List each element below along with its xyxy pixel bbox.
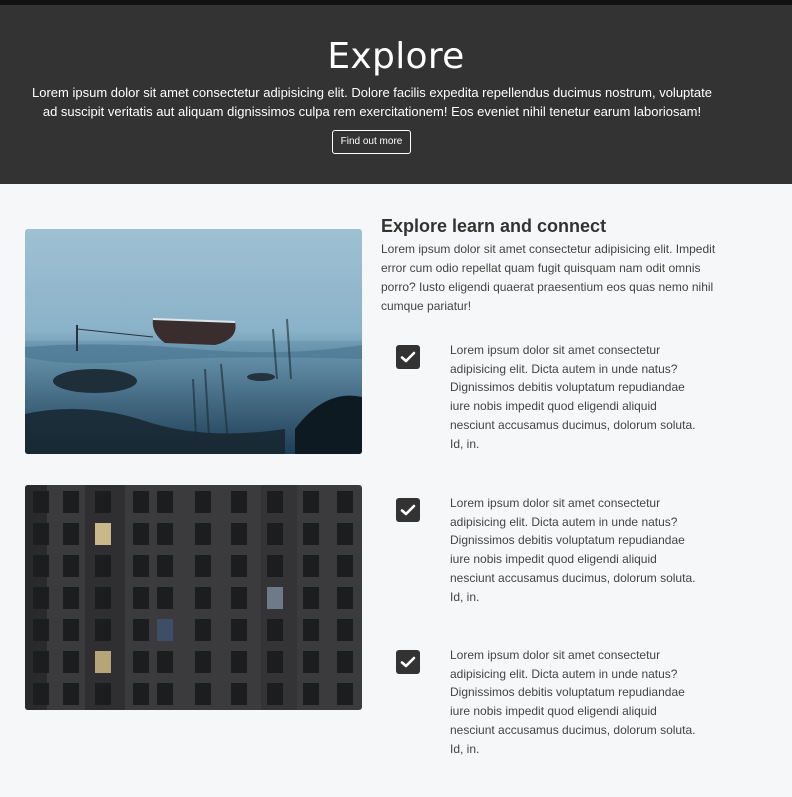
checkbox-checked-icon [396, 650, 420, 674]
window-shape [157, 651, 173, 673]
window-shape [63, 555, 79, 577]
window-shape [303, 555, 319, 577]
window-shape [33, 683, 49, 705]
window-shape [267, 555, 283, 577]
window-shape [95, 491, 111, 513]
window-shape [195, 683, 211, 705]
window-shape [267, 587, 283, 609]
window-shape [267, 619, 283, 641]
window-shape [303, 523, 319, 545]
window-shape [337, 651, 353, 673]
window-shape [133, 555, 149, 577]
window-shape [195, 651, 211, 673]
window-shape [95, 523, 111, 545]
window-shape [157, 683, 173, 705]
window-shape [33, 651, 49, 673]
window-shape [95, 651, 111, 673]
hero-banner: Explore Lorem ipsum dolor sit amet conse… [0, 5, 792, 184]
window-shape [303, 651, 319, 673]
window-shape [95, 587, 111, 609]
window-shape [133, 523, 149, 545]
checkbox-checked-icon [396, 345, 420, 369]
window-shape [303, 587, 319, 609]
boat-photo [25, 229, 362, 454]
hero-title: Explore [327, 36, 465, 77]
window-shape [337, 683, 353, 705]
window-shape [337, 491, 353, 513]
feature-text: Lorem ipsum dolor sit amet consectetur a… [450, 343, 696, 451]
window-shape [267, 523, 283, 545]
window-shape [195, 555, 211, 577]
window-shape [231, 491, 247, 513]
window-shape [337, 587, 353, 609]
window-shape [231, 619, 247, 641]
window-shape [231, 683, 247, 705]
window-shape [157, 619, 173, 641]
checkbox-checked-icon [396, 498, 420, 522]
window-shape [33, 523, 49, 545]
feature-text: Lorem ipsum dolor sit amet consectetur a… [450, 496, 696, 604]
window-shape [95, 619, 111, 641]
find-out-more-button[interactable]: Find out more [332, 130, 411, 154]
window-shape [133, 683, 149, 705]
window-shape [231, 523, 247, 545]
window-shape [303, 491, 319, 513]
window-shape [157, 587, 173, 609]
window-shape [33, 555, 49, 577]
window-shape [231, 587, 247, 609]
window-shape [337, 523, 353, 545]
section-description: Lorem ipsum dolor sit amet consectetur a… [381, 242, 716, 313]
window-shape [157, 555, 173, 577]
window-shape [337, 619, 353, 641]
building-photo-graphic [25, 485, 362, 710]
window-shape [337, 555, 353, 577]
window-shape [267, 683, 283, 705]
hero-description: Lorem ipsum dolor sit amet consectetur a… [32, 85, 712, 119]
window-shape [33, 619, 49, 641]
section-title: Explore learn and connect [381, 216, 607, 236]
window-shape [33, 587, 49, 609]
window-shape [33, 491, 49, 513]
window-shape [63, 587, 79, 609]
window-shape [63, 523, 79, 545]
window-shape [157, 491, 173, 513]
feature-text: Lorem ipsum dolor sit amet consectetur a… [450, 648, 696, 756]
window-shape [63, 651, 79, 673]
window-shape [133, 491, 149, 513]
window-shape [195, 523, 211, 545]
window-shape [133, 619, 149, 641]
window-shape [267, 491, 283, 513]
window-shape [63, 683, 79, 705]
window-shape [95, 683, 111, 705]
window-shape [95, 555, 111, 577]
window-shape [231, 555, 247, 577]
window-shape [303, 683, 319, 705]
window-shape [63, 619, 79, 641]
building-photo [25, 485, 362, 710]
window-shape [157, 523, 173, 545]
window-shape [267, 651, 283, 673]
window-shape [133, 651, 149, 673]
window-shape [195, 619, 211, 641]
window-shape [195, 491, 211, 513]
window-shape [195, 587, 211, 609]
window-shape [133, 587, 149, 609]
window-shape [63, 491, 79, 513]
window-shape [303, 619, 319, 641]
window-shape [231, 651, 247, 673]
boat-photo-graphic [25, 229, 362, 454]
